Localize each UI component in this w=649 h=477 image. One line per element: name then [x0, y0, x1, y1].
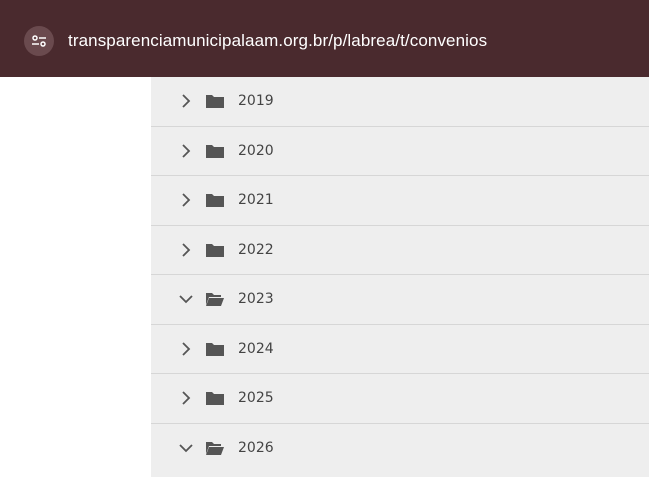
- folder-row-2026[interactable]: 2026: [151, 424, 649, 474]
- folder-row-2023[interactable]: 2023: [151, 275, 649, 325]
- folder-row-2021[interactable]: 2021: [151, 176, 649, 226]
- folder-row-2020[interactable]: 2020: [151, 127, 649, 176]
- folder-icon: [206, 242, 224, 258]
- chevron-right-icon[interactable]: [178, 143, 194, 159]
- folder-label[interactable]: 2019: [238, 93, 274, 109]
- folder-row-2025[interactable]: 2025: [151, 374, 649, 424]
- chevron-right-icon[interactable]: [178, 242, 194, 258]
- folder-label[interactable]: 2021: [238, 192, 274, 208]
- folder-icon: [206, 93, 224, 109]
- folder-icon: [206, 390, 224, 406]
- folder-row-2022[interactable]: 2022: [151, 226, 649, 275]
- folder-icon: [206, 341, 224, 357]
- folder-icon: [206, 192, 224, 208]
- folder-row-2024[interactable]: 2024: [151, 325, 649, 374]
- folder-label[interactable]: 2022: [238, 242, 274, 258]
- folder-open-icon: [206, 440, 224, 456]
- chevron-right-icon[interactable]: [178, 93, 194, 109]
- folder-label[interactable]: 2026: [238, 440, 274, 456]
- url-text[interactable]: transparenciamunicipalaam.org.br/p/labre…: [68, 31, 487, 51]
- chevron-right-icon[interactable]: [178, 390, 194, 406]
- folder-open-icon: [206, 291, 224, 307]
- chevron-right-icon[interactable]: [178, 192, 194, 208]
- folder-icon: [206, 143, 224, 159]
- folder-label[interactable]: 2020: [238, 143, 274, 159]
- folder-row-2019[interactable]: 2019: [151, 77, 649, 127]
- browser-address-bar: transparenciamunicipalaam.org.br/p/labre…: [0, 0, 649, 77]
- folder-label[interactable]: 2024: [238, 341, 274, 357]
- folder-label[interactable]: 2023: [238, 291, 274, 307]
- tune-icon[interactable]: [24, 26, 54, 56]
- chevron-down-icon[interactable]: [178, 440, 194, 456]
- chevron-down-icon[interactable]: [178, 291, 194, 307]
- folder-tree: 2019 2020 2021 2022 2023 2024 2025 2026: [151, 77, 649, 477]
- omnibox[interactable]: transparenciamunicipalaam.org.br/p/labre…: [0, 21, 649, 61]
- folder-label[interactable]: 2025: [238, 390, 274, 406]
- chevron-right-icon[interactable]: [178, 341, 194, 357]
